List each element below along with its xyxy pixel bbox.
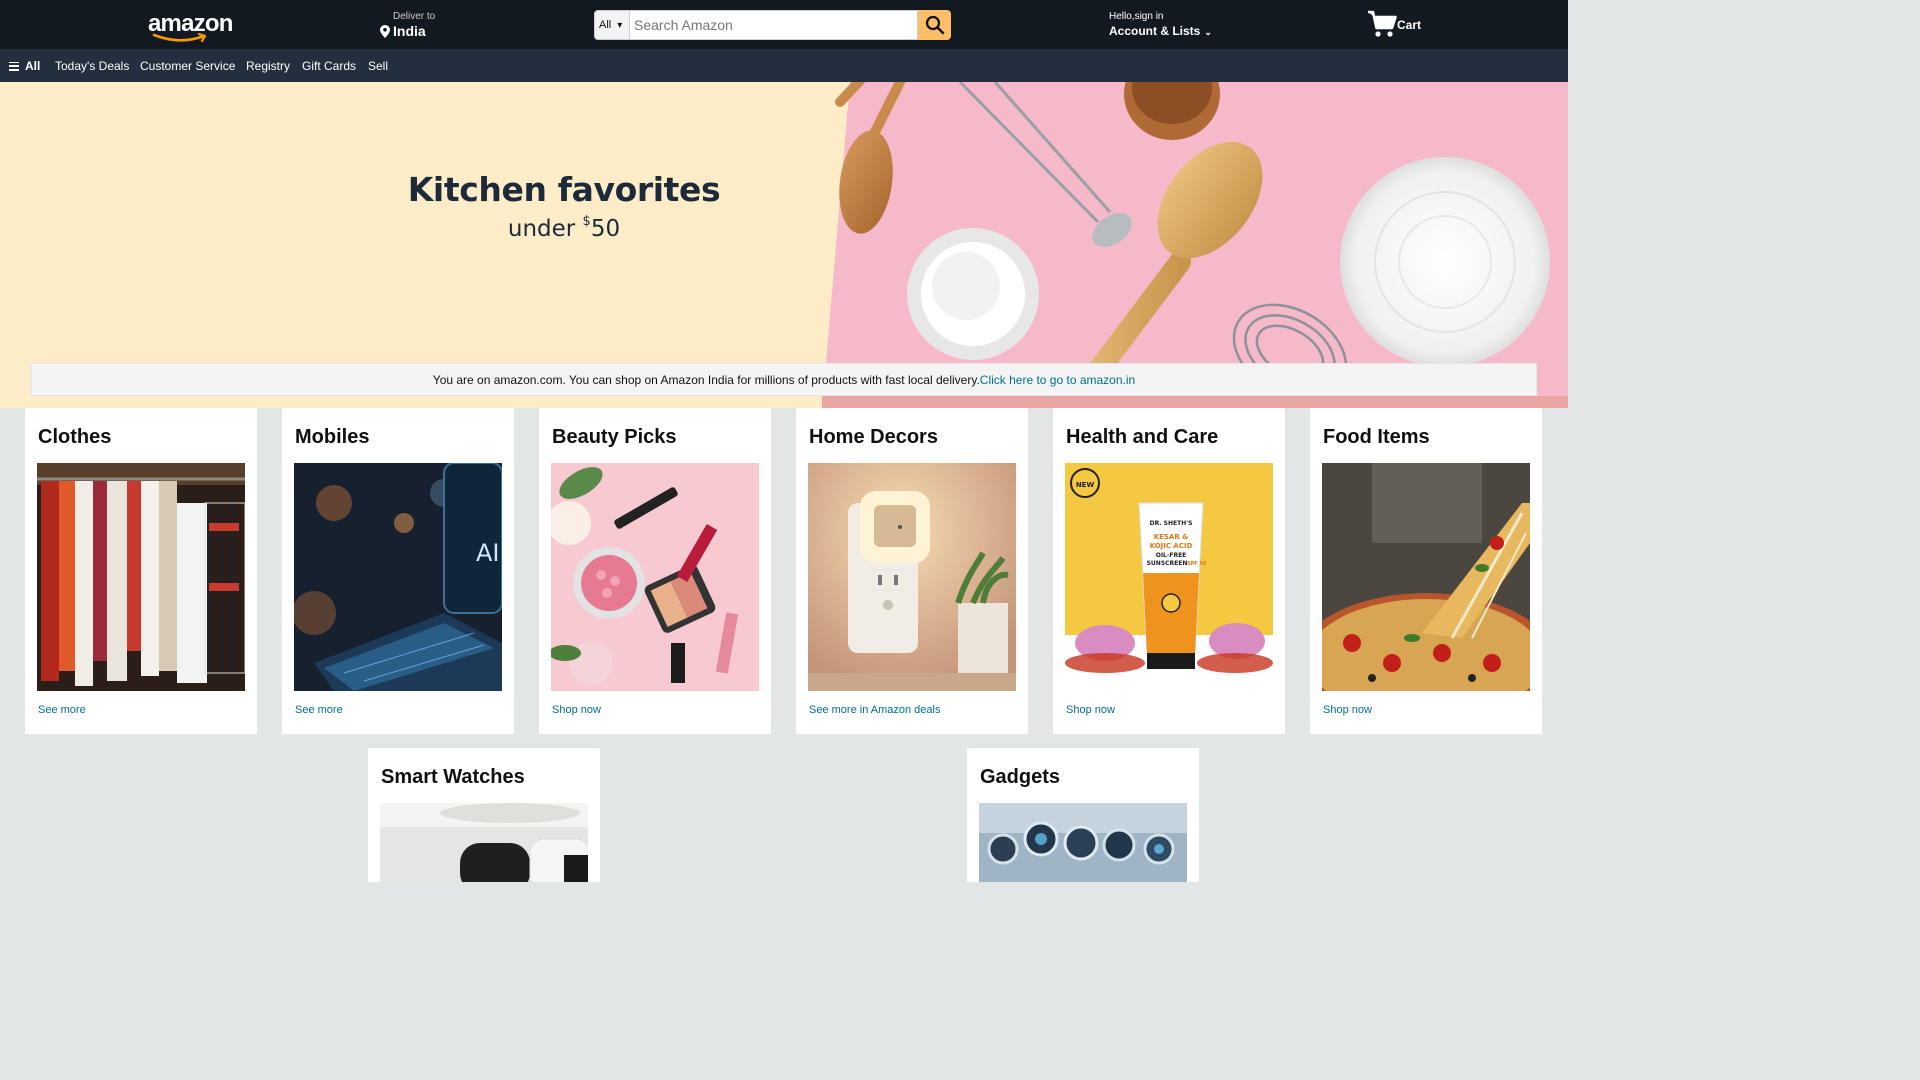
sunscreen-name-1: KESAR & <box>1154 533 1189 541</box>
hero-subtitle-currency: $ <box>582 214 591 229</box>
category-card-mobiles: Mobiles AI See more <box>282 408 514 734</box>
mobiles-image[interactable]: AI <box>294 463 502 691</box>
search-button[interactable] <box>918 10 951 40</box>
card-title: Home Decors <box>809 426 938 448</box>
category-card-home-decors: Home Decors See more in Amazon deals <box>796 408 1028 734</box>
search-input[interactable] <box>630 10 918 40</box>
top-nav: amazon Deliver to India All ▾ Hello,sign… <box>0 0 1568 49</box>
cart-icon <box>1368 10 1397 37</box>
hero-subtitle-amount: 50 <box>590 216 621 242</box>
sunscreen-brand-text: DR. SHETH'S <box>1150 520 1193 527</box>
search-category-select[interactable]: All ▾ <box>594 10 630 40</box>
search-category-value: All <box>599 19 612 31</box>
search-icon <box>925 15 944 35</box>
card-title: Smart Watches <box>381 766 525 788</box>
subnav-item-sell[interactable]: Sell <box>368 59 388 73</box>
category-card-clothes: Clothes See more <box>25 408 257 734</box>
card-link[interactable]: See more <box>38 704 86 716</box>
sub-nav: All Today's Deals Customer Service Regis… <box>0 49 1568 82</box>
hero-subtitle: under $50 <box>507 214 621 242</box>
mobiles-ai-text: AI <box>476 539 500 567</box>
subnav-item-registry[interactable]: Registry <box>246 59 290 73</box>
card-link[interactable]: Shop now <box>552 704 601 716</box>
locale-notice: You are on amazon.com. You can shop on A… <box>31 363 1537 396</box>
sunscreen-name-3: OIL-FREE <box>1156 552 1187 559</box>
card-title: Mobiles <box>295 426 370 448</box>
card-link[interactable]: Shop now <box>1066 704 1115 716</box>
all-menu-label: All <box>25 59 41 73</box>
card-link[interactable]: Shop now <box>1323 704 1372 716</box>
account-label: Account & Lists <box>1109 24 1201 38</box>
account-label-row: Account & Lists ⌄ <box>1109 24 1212 38</box>
card-link[interactable]: See more in Amazon deals <box>809 704 940 716</box>
sunscreen-name-2: KOJIC ACID <box>1150 542 1193 550</box>
card-link[interactable]: See more <box>295 704 343 716</box>
sunscreen-name-4: SUNSCREEN <box>1147 560 1188 567</box>
sunscreen-spf: SPF 50 <box>1187 561 1207 567</box>
subnav-item-customer-service[interactable]: Customer Service <box>140 59 235 73</box>
chevron-down-icon: ⌄ <box>1204 27 1212 37</box>
card-title: Clothes <box>38 426 112 448</box>
home-decors-image[interactable] <box>808 463 1016 691</box>
amazon-logo[interactable]: amazon <box>148 12 233 44</box>
kitchen-utensils-image <box>822 82 1568 408</box>
food-items-image[interactable] <box>1322 463 1530 691</box>
go-to-amazon-in-link[interactable]: Click here to go to amazon.in <box>980 373 1135 387</box>
category-card-food-items: Food Items Shop now <box>1310 408 1542 734</box>
logo-smile-icon <box>152 33 207 43</box>
account-menu[interactable]: Hello,sign in Account & Lists ⌄ <box>1109 11 1212 38</box>
card-title: Gadgets <box>980 766 1061 788</box>
deliver-country: India <box>393 23 426 39</box>
deliver-label: Deliver to <box>393 11 436 22</box>
category-card-gadgets: Gadgets <box>967 748 1199 882</box>
category-card-health-and-care: Health and Care NEW DR. SHETH'S KESAR & … <box>1053 408 1285 734</box>
chevron-down-icon: ▾ <box>617 19 623 31</box>
hero-subtitle-prefix: under <box>507 216 583 242</box>
subnav-item-gift-cards[interactable]: Gift Cards <box>302 59 356 73</box>
card-title: Beauty Picks <box>552 426 677 448</box>
account-greeting: Hello,sign in <box>1109 11 1164 22</box>
gadgets-image[interactable] <box>979 803 1187 882</box>
cart-label: Cart <box>1397 18 1422 32</box>
clothes-image[interactable] <box>37 463 245 691</box>
all-menu-button[interactable]: All <box>9 59 40 73</box>
hero-title: Kitchen favorites <box>407 170 721 209</box>
subnav-item-todays-deals[interactable]: Today's Deals <box>55 59 129 73</box>
category-card-smart-watches: Smart Watches <box>368 748 600 882</box>
health-and-care-image[interactable]: NEW DR. SHETH'S KESAR & KOJIC ACID OIL-F… <box>1065 463 1273 691</box>
search-bar: All ▾ <box>594 10 951 40</box>
card-title: Food Items <box>1323 426 1430 448</box>
hamburger-icon <box>9 61 19 71</box>
locale-notice-text: You are on amazon.com. You can shop on A… <box>432 372 980 387</box>
smart-watches-image[interactable] <box>380 803 588 882</box>
location-pin-icon <box>380 25 390 38</box>
hero-banner[interactable]: Kitchen favorites under $50 <box>0 82 1568 408</box>
category-card-beauty-picks: Beauty Picks Shop now <box>539 408 771 734</box>
beauty-picks-image[interactable] <box>551 463 759 691</box>
card-title: Health and Care <box>1066 426 1219 448</box>
new-badge-text: NEW <box>1076 481 1095 489</box>
cart-button[interactable]: Cart <box>1367 10 1421 40</box>
